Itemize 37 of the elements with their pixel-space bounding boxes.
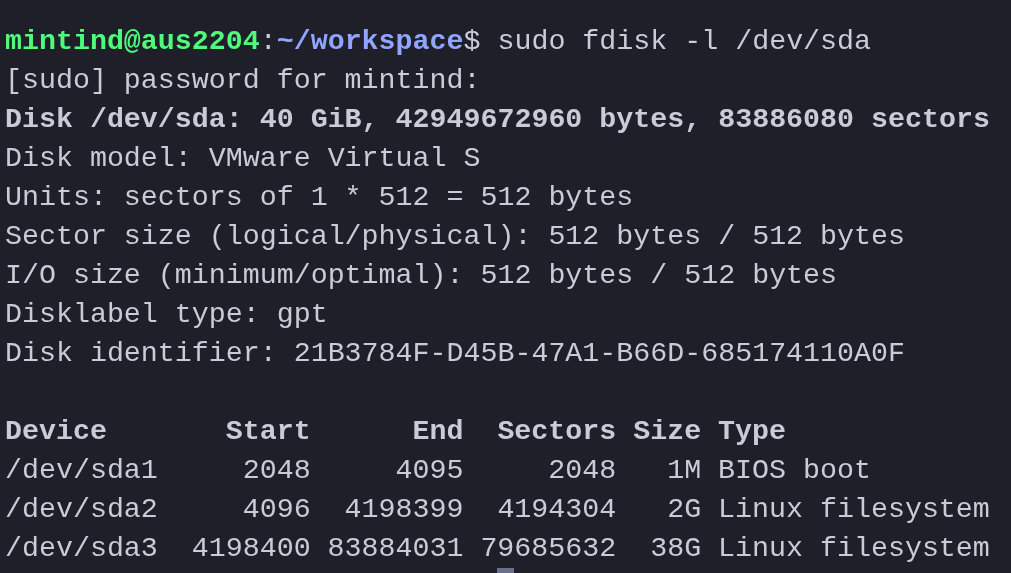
prompt-symbol: $ [463,24,481,59]
prompt-separator: : [259,24,277,59]
table-cell-text: 1M [666,453,702,488]
output-line: I/O size (minimum/optimal): 512 bytes / 512 bytes [5,259,838,291]
output-line: Sector size (logical/physical): 512 bytes / 512 bytes [5,220,905,252]
column-header: Start [224,414,311,449]
table-cell-text: 2048 [241,453,311,488]
table-cell-text: 79685632 [479,531,617,566]
output-line: Units: sectors of 1 * 512 = 512 bytes [5,181,634,213]
table-cell-text: 2048 [547,453,617,488]
table-cell-text: /dev/sda3 [5,531,158,566]
table-cell-text: BIOS boot [717,453,871,488]
output-line: Disk /dev/sda: 40 GiB, 42949672960 bytes, 83886080 sectors [5,103,990,135]
column-header: End [411,414,464,449]
column-header: Type [717,414,787,449]
output-line: Disklabel type: gpt [5,298,328,330]
table-cell-text: 4198400 [190,531,311,566]
output-line: Disk model: VMware Virtual S [5,142,481,174]
column-header: Device [5,414,108,449]
command-text: sudo fdisk -l /dev/sda [497,24,872,59]
table-cell-text: /dev/sda2 [5,492,158,527]
output-line: [sudo] password for mintind: [5,64,481,96]
column-header: Size [632,414,702,449]
prompt-path: ~/workspace [276,24,464,59]
output-line: Disk identifier: 21B3784F-D45B-47A1-B66D-685174110A0F [5,337,905,369]
prompt-user-host: mintind@aus2204 [5,24,260,59]
table-cell-text: 4096 [241,492,311,527]
table-cell-text: Linux filesystem [717,531,990,566]
table-cell-text: 4194304 [496,492,617,527]
table-cell-text: 4198399 [343,492,464,527]
table-cell-text: 2G [666,492,702,527]
table-cell-text: 38G [649,531,702,566]
table-cell-text: 83884031 [326,531,464,566]
table-cell-text: /dev/sda1 [5,453,158,488]
table-cell-text: Linux filesystem [717,492,990,527]
table-cell-text: 4095 [394,453,464,488]
column-header: Sectors [496,414,617,449]
